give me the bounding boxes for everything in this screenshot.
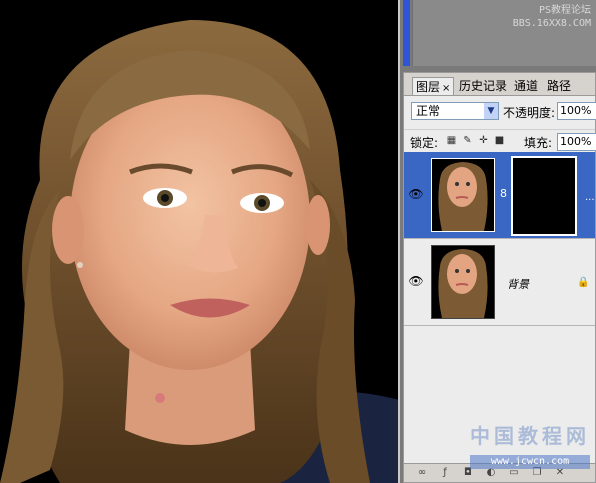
lock-position-icon[interactable]: ✛	[478, 135, 489, 146]
layer-row-1[interactable]: 👁 8 ...	[404, 152, 595, 239]
close-icon[interactable]: ×	[442, 83, 450, 94]
opacity-input[interactable]: 100%	[557, 102, 596, 120]
link-icon[interactable]: 8	[500, 187, 507, 200]
eye-icon[interactable]: 👁	[408, 274, 424, 288]
tab-label: 历史记录	[459, 79, 508, 93]
fill-label: 填充:	[524, 136, 553, 150]
lock-all-icon[interactable]: ■	[494, 135, 505, 146]
layer-thumbnail[interactable]	[431, 245, 495, 319]
blend-mode-select[interactable]: 正常 ▼	[411, 102, 499, 120]
tab-label: 图层	[416, 80, 441, 94]
workspace-top-area: PS教程论坛 BBS.16XX8.COM	[412, 0, 596, 66]
panel-tabs: 图层 × 历史记录 通道 路径	[404, 73, 595, 96]
eye-icon[interactable]: 👁	[408, 187, 424, 201]
layer-thumbnail[interactable]	[431, 158, 495, 232]
layer-name[interactable]: 背景	[507, 276, 529, 292]
forum-watermark-line2: BBS.16XX8.COM	[512, 18, 591, 29]
lock-pixels-icon[interactable]: ✎	[462, 135, 473, 146]
tab-label: 通道	[514, 79, 539, 93]
blend-row: 正常 ▼ 不透明度: 100%	[404, 100, 596, 124]
layers-list: 👁 8 ... 👁 背景 🔒	[404, 152, 595, 442]
lock-transparency-icon[interactable]: ▦	[446, 135, 457, 146]
tab-layers[interactable]: 图层 ×	[412, 77, 455, 95]
window-frame-strip	[403, 0, 410, 66]
tab-history[interactable]: 历史记录	[456, 77, 510, 95]
fill-input[interactable]: 100%	[557, 133, 596, 151]
layer-style-icon[interactable]: ƒ	[439, 467, 451, 479]
chevron-down-icon[interactable]: ▼	[484, 103, 498, 119]
tab-label: 路径	[547, 79, 572, 93]
portrait-image	[0, 0, 400, 483]
layer-mask-thumbnail[interactable]	[511, 156, 577, 236]
lock-row: 锁定: ▦ ✎ ✛ ■ 填充: 100%	[404, 129, 596, 152]
site-watermark: 中国教程网	[470, 424, 590, 448]
tab-channels[interactable]: 通道	[511, 77, 541, 95]
document-canvas[interactable]	[0, 0, 400, 483]
blend-mode-value: 正常	[416, 104, 441, 118]
link-layers-icon[interactable]: ∞	[416, 467, 428, 479]
more-indicator: ...	[585, 192, 595, 203]
forum-watermark-line1: PS教程论坛	[538, 5, 591, 16]
opacity-label: 不透明度:	[503, 106, 556, 120]
tab-paths[interactable]: 路径	[544, 77, 574, 95]
lock-icon: 🔒	[577, 277, 590, 288]
layers-panel: 图层 × 历史记录 通道 路径 正常 ▼ 不透明度: 100% 锁定: ▦ ✎ ✛…	[403, 72, 596, 483]
forum-watermark: PS教程论坛 BBS.16XX8.COM	[513, 4, 591, 30]
site-watermark-url: www.jcwcn.com	[470, 455, 590, 469]
layer-row-background[interactable]: 👁 背景 🔒	[404, 239, 595, 326]
lock-label: 锁定:	[410, 136, 439, 150]
